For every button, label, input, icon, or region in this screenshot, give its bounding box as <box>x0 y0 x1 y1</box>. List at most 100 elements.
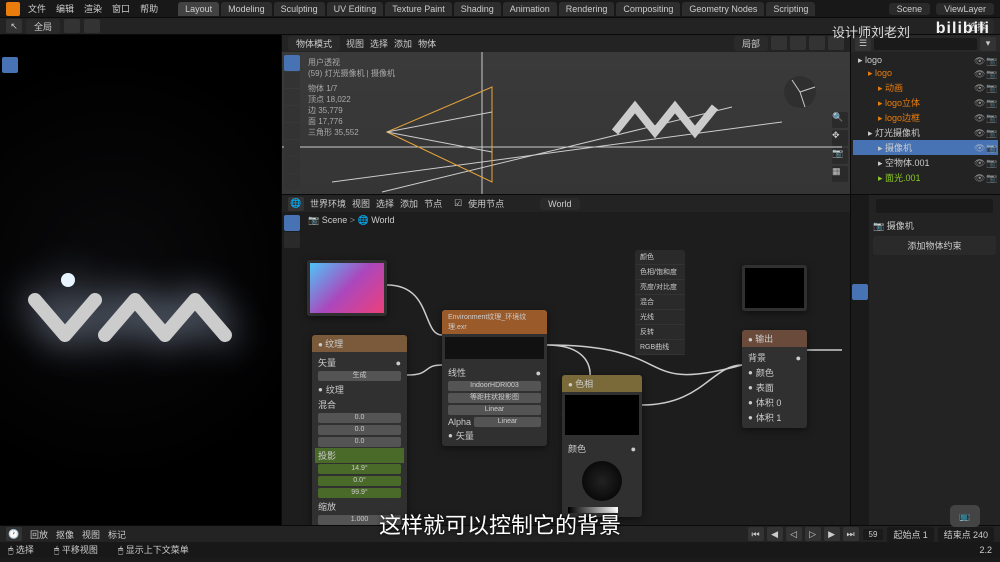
tab-rendering[interactable]: Rendering <box>559 2 615 16</box>
shader-node-editor[interactable]: 🌐 世界环境 视图 选择 添加 节点 ☑使用节点 World 📷 Scene >… <box>282 195 850 525</box>
prop-constraint-icon[interactable] <box>852 352 868 368</box>
menu-help[interactable]: 帮助 <box>140 2 158 15</box>
world-slot[interactable]: World <box>540 198 579 210</box>
tab-sculpting[interactable]: Sculpting <box>274 2 325 16</box>
play-icon[interactable]: ▷ <box>805 527 821 541</box>
3d-viewport[interactable]: 物体模式 视图 选择 添加 物体 局部 <box>282 35 850 195</box>
prop-particle-icon[interactable] <box>852 318 868 334</box>
proportional-icon[interactable] <box>84 19 100 33</box>
add-constraint-button[interactable]: 添加物体约束 <box>873 236 996 255</box>
tab-shading[interactable]: Shading <box>454 2 501 16</box>
persp-icon[interactable]: ▦ <box>832 166 848 182</box>
tab-comp[interactable]: Compositing <box>616 2 680 16</box>
vp-menu-add[interactable]: 添加 <box>394 37 412 50</box>
node-environment-texture[interactable]: Environment纹理_环境纹理.exr 线性● IndoorHDRI003… <box>442 310 547 446</box>
current-frame[interactable]: 59 <box>863 529 884 540</box>
tab-scripting[interactable]: Scripting <box>766 2 815 16</box>
ne-menu-add[interactable]: 添加 <box>400 197 418 210</box>
outliner-item[interactable]: ▸ 空物体.001👁📷 <box>853 155 998 170</box>
prop-scene-icon[interactable] <box>852 250 868 266</box>
menu-item[interactable]: 光线 <box>635 310 685 325</box>
move-view-icon[interactable]: ✥ <box>832 130 848 146</box>
prop-world-icon[interactable] <box>852 267 868 283</box>
menu-window[interactable]: 窗口 <box>112 2 130 15</box>
node-header[interactable]: Environment纹理_环境纹理.exr <box>442 310 547 334</box>
measure-tool-icon[interactable] <box>284 174 300 190</box>
viewlayer-selector[interactable]: ViewLayer <box>936 3 994 15</box>
ne-menu-select[interactable]: 选择 <box>376 197 394 210</box>
image-dropdown[interactable]: IndoorHDRI003 <box>448 381 541 391</box>
logo-mesh[interactable] <box>610 92 730 154</box>
tab-uv[interactable]: UV Editing <box>327 2 384 16</box>
tl-marker[interactable]: 标记 <box>108 528 126 541</box>
vp-menu-select[interactable]: 选择 <box>370 37 388 50</box>
prop-physics-icon[interactable] <box>852 335 868 351</box>
snap-icon[interactable] <box>64 19 80 33</box>
tab-geonodes[interactable]: Geometry Nodes <box>682 2 764 16</box>
ne-select-tool-icon[interactable] <box>284 215 300 231</box>
jump-end-icon[interactable]: ⏭ <box>843 527 859 541</box>
transform-tool-icon[interactable] <box>284 140 300 156</box>
prop-render-icon[interactable] <box>852 199 868 215</box>
prop-data-icon[interactable] <box>852 369 868 385</box>
cursor-tool-icon[interactable] <box>284 72 300 88</box>
prev-key-icon[interactable]: ◀ <box>767 527 783 541</box>
node-header[interactable]: ● 纹理 <box>312 335 407 352</box>
prop-output-icon[interactable] <box>852 216 868 232</box>
outliner-item[interactable]: ▸ logo边框👁📷 <box>853 110 998 125</box>
tab-anim[interactable]: Animation <box>503 2 557 16</box>
node-texture-coord[interactable] <box>307 260 387 316</box>
outliner-item[interactable]: ▸ 灯光摄像机👁📷 <box>853 125 998 140</box>
ne-menu-view[interactable]: 视图 <box>352 197 370 210</box>
outliner-item[interactable]: ▸ 摄像机👁📷 <box>853 140 998 155</box>
node-background[interactable] <box>742 265 807 311</box>
prop-modifier-icon[interactable] <box>852 301 868 317</box>
select-box-tool-icon[interactable] <box>284 55 300 71</box>
orientation-dropdown[interactable]: 全局 <box>26 19 60 34</box>
node-hue-sat[interactable]: ● 色相 颜色● <box>562 375 642 517</box>
outliner-item[interactable]: ▸ 面光.001👁📷 <box>853 170 998 185</box>
zoom-icon[interactable]: 🔍 <box>832 112 848 128</box>
tl-view[interactable]: 视图 <box>82 528 100 541</box>
ne-menu-node[interactable]: 节点 <box>424 197 442 210</box>
menu-item[interactable]: 亮度/对比度 <box>635 280 685 295</box>
menu-edit[interactable]: 编辑 <box>56 2 74 15</box>
outliner-item[interactable]: ▸ logo👁📷 <box>853 67 998 80</box>
scene-selector[interactable]: Scene <box>889 3 931 15</box>
ne-annotate-icon[interactable] <box>284 232 300 248</box>
tab-layout[interactable]: Layout <box>178 2 219 16</box>
menu-item[interactable]: RGB曲线 <box>635 340 685 355</box>
prop-search[interactable] <box>876 199 993 213</box>
menu-item[interactable]: 颜色 <box>635 250 685 265</box>
select-tool-icon[interactable] <box>2 57 18 73</box>
tl-playback[interactable]: 回放 <box>30 528 48 541</box>
cursor-icon[interactable]: ↖ <box>6 19 22 33</box>
world-shader-icon[interactable]: 🌐 <box>288 197 304 211</box>
menu-render[interactable]: 渲染 <box>84 2 102 15</box>
menu-file[interactable]: 文件 <box>28 2 46 15</box>
render-viewport[interactable] <box>0 35 282 525</box>
outliner-item[interactable]: ▸ logo👁📷 <box>853 54 998 67</box>
add-menu-popup[interactable]: 颜色 色相/饱和度 亮度/对比度 混合 光线 反转 RGB曲线 <box>635 250 685 355</box>
node-header[interactable]: ● 色相 <box>562 375 642 392</box>
shading-wireframe-icon[interactable] <box>771 36 787 50</box>
tl-keying[interactable]: 抠像 <box>56 528 74 541</box>
outliner-item[interactable]: ▸ 动画👁📷 <box>853 80 998 95</box>
mode-dropdown[interactable]: 物体模式 <box>288 36 340 51</box>
end-frame[interactable]: 结束点 240 <box>938 527 994 542</box>
outliner[interactable]: ☰ ▾ ▸ logo👁📷▸ logo👁📷▸ 动画👁📷▸ logo立体👁📷▸ lo… <box>851 35 1000 195</box>
type-dropdown[interactable]: 生成 <box>318 371 401 381</box>
timeline-editor-icon[interactable]: 🕐 <box>6 527 22 541</box>
node-header[interactable]: ● 输出 <box>742 330 807 347</box>
play-rev-icon[interactable]: ◁ <box>786 527 802 541</box>
outliner-item[interactable]: ▸ logo立体👁📷 <box>853 95 998 110</box>
node-mapping[interactable]: ● 纹理 矢量● 生成 ● 纹理 混合 0.0 0.0 0.0 投影 14.9°… <box>312 335 407 525</box>
annotate-tool-icon[interactable] <box>284 157 300 173</box>
shading-solid-icon[interactable] <box>790 36 806 50</box>
next-key-icon[interactable]: ▶ <box>824 527 840 541</box>
filter-icon[interactable]: ▾ <box>980 37 996 51</box>
start-frame[interactable]: 起始点 1 <box>887 527 933 542</box>
camera-view-icon[interactable]: 📷 <box>832 148 848 164</box>
vp-menu-view[interactable]: 视图 <box>346 37 364 50</box>
node-world-output[interactable]: ● 输出 背景● ● 颜色 ● 表面 ● 体积 0 ● 体积 1 <box>742 330 807 428</box>
